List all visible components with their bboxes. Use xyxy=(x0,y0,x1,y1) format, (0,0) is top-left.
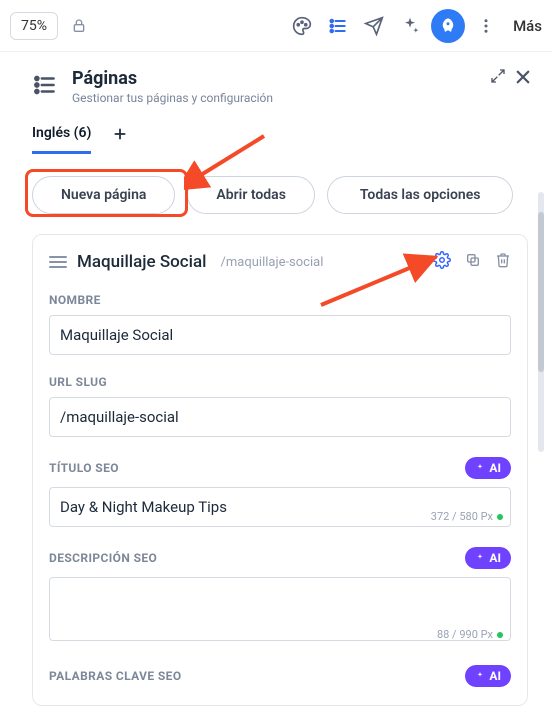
seokeywords-label: PALABRAS CLAVE SEO xyxy=(49,669,182,683)
list-icon[interactable] xyxy=(323,11,353,41)
all-options-button[interactable]: Todas las opciones xyxy=(327,176,514,214)
sparkle-icon[interactable] xyxy=(395,11,425,41)
rocket-button[interactable] xyxy=(431,9,465,43)
lock-icon[interactable] xyxy=(64,11,94,41)
panel-subtitle: Gestionar tus páginas y configuración xyxy=(72,91,273,105)
urlslug-label: URL SLUG xyxy=(49,375,511,389)
urlslug-input[interactable] xyxy=(49,397,511,437)
delete-icon[interactable] xyxy=(495,252,511,272)
duplicate-icon[interactable] xyxy=(465,252,481,272)
panel-title: Páginas xyxy=(72,68,273,89)
ai-chip-seodesc[interactable]: AI xyxy=(465,547,511,569)
zoom-level[interactable]: 75% xyxy=(10,12,58,40)
palette-icon[interactable] xyxy=(287,11,317,41)
expand-icon[interactable] xyxy=(490,68,506,90)
new-page-button[interactable]: Nueva página xyxy=(32,176,175,214)
more-vert-icon[interactable] xyxy=(471,11,501,41)
page-slug: /maquillaje-social xyxy=(221,255,324,270)
gear-icon[interactable] xyxy=(433,251,451,273)
seotitle-counter: 372 / 580 Px xyxy=(431,510,503,523)
ai-chip-seotitle[interactable]: AI xyxy=(465,457,511,479)
seotitle-label: TÍTULO SEO xyxy=(49,461,119,475)
seodesc-label: DESCRIPCIÓN SEO xyxy=(49,551,157,565)
language-tab-english[interactable]: Inglés (6) xyxy=(32,117,91,154)
name-input[interactable] xyxy=(49,315,511,355)
page-name[interactable]: Maquillaje Social xyxy=(77,252,207,272)
pages-icon xyxy=(28,68,62,102)
send-icon[interactable] xyxy=(359,11,389,41)
add-language-button[interactable] xyxy=(113,125,127,146)
name-label: NOMBRE xyxy=(49,293,511,307)
seodesc-counter: 88 / 990 Px xyxy=(437,628,503,641)
drag-handle-icon[interactable] xyxy=(49,256,67,268)
open-all-button[interactable]: Abrir todas xyxy=(187,176,314,214)
close-icon[interactable] xyxy=(514,68,532,90)
scrollbar[interactable] xyxy=(538,192,544,452)
more-label[interactable]: Más xyxy=(513,17,542,35)
ai-chip-seokeywords[interactable]: AI xyxy=(465,665,511,687)
